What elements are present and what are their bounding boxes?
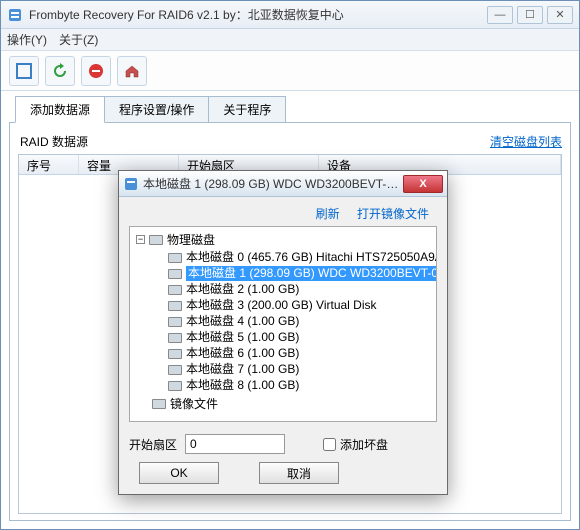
- home-button[interactable]: [117, 56, 147, 86]
- disk-select-dialog: 本地磁盘 1 (298.09 GB) WDC WD3200BEVT-00A23.…: [118, 170, 448, 495]
- section-title: RAID 数据源: [20, 133, 88, 150]
- dialog-icon: [123, 176, 139, 192]
- add-bad-checkbox[interactable]: [323, 438, 336, 451]
- toolbar: [1, 51, 579, 91]
- disk-item[interactable]: 本地磁盘 0 (465.76 GB) Hitachi HTS725050A9A3…: [168, 250, 430, 265]
- cancel-button[interactable]: 取消: [259, 462, 339, 484]
- disk-item[interactable]: 本地磁盘 6 (1.00 GB): [168, 346, 430, 361]
- disk-group-icon: [149, 235, 163, 245]
- disk-item[interactable]: 本地磁盘 2 (1.00 GB): [168, 282, 430, 297]
- start-sector-label: 开始扇区: [129, 436, 177, 453]
- stop-button[interactable]: [81, 56, 111, 86]
- disk-icon: [168, 365, 182, 375]
- disk-item[interactable]: 本地磁盘 3 (200.00 GB) Virtual Disk: [168, 298, 430, 313]
- disk-item[interactable]: 本地磁盘 1 (298.09 GB) WDC WD3200BEVT-00A23T…: [168, 266, 430, 281]
- minimize-button[interactable]: —: [487, 6, 513, 24]
- disk-icon: [168, 349, 182, 359]
- disk-icon: [168, 301, 182, 311]
- disk-icon: [168, 269, 182, 279]
- refresh-button[interactable]: [45, 56, 75, 86]
- menu-operate[interactable]: 操作(Y): [7, 31, 47, 48]
- refresh-link[interactable]: 刷新: [316, 207, 340, 221]
- disk-icon: [168, 253, 182, 263]
- disk-item[interactable]: 本地磁盘 7 (1.00 GB): [168, 362, 430, 377]
- dialog-links: 刷新 打开镜像文件: [129, 203, 437, 226]
- ok-button[interactable]: OK: [139, 462, 219, 484]
- dialog-title: 本地磁盘 1 (298.09 GB) WDC WD3200BEVT-00A23.…: [139, 175, 403, 192]
- disk-item[interactable]: 本地磁盘 8 (1.00 GB): [168, 378, 430, 393]
- tab-about[interactable]: 关于程序: [208, 96, 286, 122]
- col-seq[interactable]: 序号: [19, 155, 79, 174]
- disk-tree[interactable]: − 物理磁盘 本地磁盘 0 (465.76 GB) Hitachi HTS725…: [129, 226, 437, 422]
- tree-root-physical[interactable]: − 物理磁盘: [136, 231, 430, 248]
- menu-about[interactable]: 关于(Z): [59, 31, 98, 48]
- dialog-titlebar: 本地磁盘 1 (298.09 GB) WDC WD3200BEVT-00A23.…: [119, 171, 447, 197]
- titlebar: Frombyte Recovery For RAID6 v2.1 by：北亚数据…: [1, 1, 579, 29]
- dialog-close-button[interactable]: X: [403, 175, 443, 193]
- image-file-icon: [152, 399, 166, 409]
- app-icon: [7, 7, 23, 23]
- start-sector-input[interactable]: [185, 434, 285, 454]
- disk-icon: [168, 381, 182, 391]
- window-title: Frombyte Recovery For RAID6 v2.1 by：北亚数据…: [29, 6, 487, 23]
- disk-icon: [168, 285, 182, 295]
- add-bad-label: 添加坏盘: [340, 436, 388, 453]
- collapse-icon[interactable]: −: [136, 235, 145, 244]
- tab-bar: 添加数据源 程序设置/操作 关于程序: [9, 97, 571, 123]
- close-button[interactable]: ✕: [547, 6, 573, 24]
- clear-list-link[interactable]: 清空磁盘列表: [490, 133, 562, 150]
- tab-add-source[interactable]: 添加数据源: [15, 96, 105, 123]
- tree-root-image[interactable]: 镜像文件: [152, 395, 430, 412]
- disk-icon: [168, 333, 182, 343]
- maximize-button[interactable]: ☐: [517, 6, 543, 24]
- disk-item[interactable]: 本地磁盘 5 (1.00 GB): [168, 330, 430, 345]
- disk-item[interactable]: 本地磁盘 4 (1.00 GB): [168, 314, 430, 329]
- disk-icon: [168, 317, 182, 327]
- new-button[interactable]: [9, 56, 39, 86]
- tab-settings[interactable]: 程序设置/操作: [104, 96, 209, 122]
- open-image-link[interactable]: 打开镜像文件: [357, 207, 429, 221]
- menubar: 操作(Y) 关于(Z): [1, 29, 579, 51]
